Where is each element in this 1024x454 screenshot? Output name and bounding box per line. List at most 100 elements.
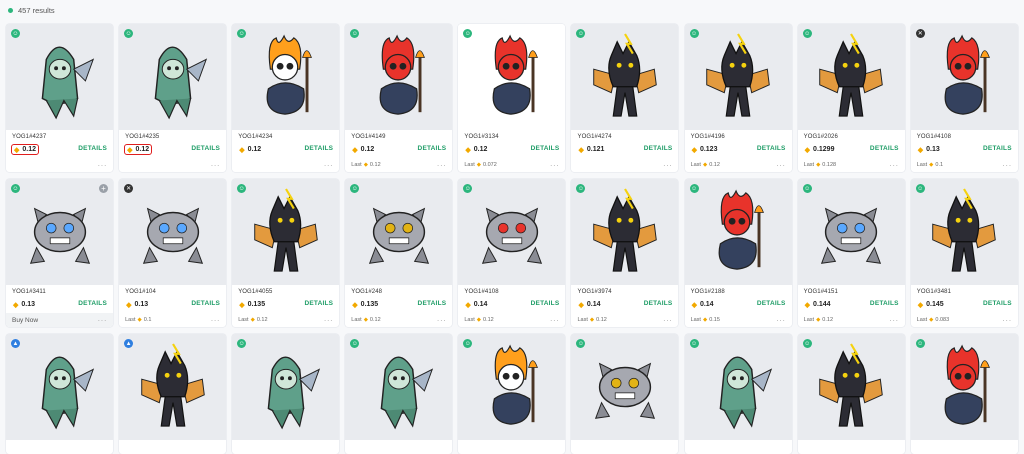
more-options-icon[interactable]: ···: [211, 161, 221, 170]
character-art: [368, 207, 429, 264]
more-options-icon[interactable]: ···: [550, 316, 560, 325]
more-options-icon[interactable]: ···: [324, 316, 334, 325]
more-options-icon[interactable]: ···: [211, 316, 221, 325]
nft-card[interactable]: ▲: [6, 334, 113, 454]
nft-image[interactable]: ▲: [119, 334, 227, 440]
nft-card[interactable]: ☺ YOG1#4151 ◆ 0.144 DETAILS Last ◆ 0.12 ···: [797, 179, 905, 327]
more-options-icon[interactable]: ···: [776, 161, 786, 170]
nft-card[interactable]: ☺ YOG1#4055 ◆ 0.135 DETAILS Last ◆ 0.12 ···: [232, 179, 340, 327]
nft-card[interactable]: ☺ YOG1#2026 ◆ 0.1299 DETAILS Last ◆ 0.128 ···: [797, 24, 905, 172]
details-button[interactable]: DETAILS: [78, 300, 107, 307]
nft-card[interactable]: ☺ YOG1#4196 ◆ 0.123 DETAILS Last ◆ 0.12 ···: [684, 24, 792, 172]
nft-card[interactable]: ☺ YOG1#2188 ◆ 0.14 DETAILS Last ◆ 0.15 ···: [684, 179, 792, 327]
more-options-icon[interactable]: ···: [1002, 316, 1012, 325]
green-marker-icon: ☺: [689, 184, 699, 193]
nft-image[interactable]: ☺: [684, 179, 792, 285]
nft-image[interactable]: ☺ +: [6, 179, 113, 285]
nft-card[interactable]: ☺ YOG1#4235 ◆ 0.12 DETAILS ···: [119, 24, 227, 172]
nft-card[interactable]: ☺: [232, 334, 340, 454]
details-button[interactable]: DETAILS: [304, 300, 333, 307]
nft-image[interactable]: ☺: [571, 179, 679, 285]
details-button[interactable]: DETAILS: [418, 145, 447, 152]
details-button[interactable]: DETAILS: [870, 145, 899, 152]
add-icon[interactable]: +: [99, 184, 108, 193]
nft-card[interactable]: ☺: [684, 334, 792, 454]
card-footer: Last ◆ 0.12 ···: [458, 313, 565, 327]
nft-card[interactable]: ✕ YOG1#4108 ◆ 0.13 DETAILS Last ◆ 0.1 ···: [910, 24, 1018, 172]
nft-image[interactable]: ▲: [6, 334, 113, 440]
nft-card[interactable]: ☺ + YOG1#3411 ◆ 0.13 DETAILS Buy Now ···: [6, 179, 113, 327]
details-button[interactable]: DETAILS: [304, 145, 333, 152]
nft-card[interactable]: ☺ YOG1#3974 ◆ 0.14 DETAILS Last ◆ 0.12 ···: [571, 179, 679, 327]
green-marker-icon: ☺: [689, 339, 699, 348]
nft-image[interactable]: ☺: [345, 179, 453, 285]
nft-image[interactable]: ☺: [232, 179, 340, 285]
nft-image[interactable]: ☺: [458, 179, 566, 285]
details-button[interactable]: DETAILS: [757, 145, 786, 152]
nft-image[interactable]: ☺: [684, 334, 792, 440]
nft-image[interactable]: ☺: [910, 334, 1018, 440]
nft-image[interactable]: ☺: [232, 24, 340, 130]
nft-card[interactable]: ☺: [797, 334, 905, 454]
more-options-icon[interactable]: ···: [776, 316, 786, 325]
nft-image[interactable]: ✕: [910, 24, 1018, 130]
details-button[interactable]: DETAILS: [191, 145, 220, 152]
nft-card[interactable]: ☺: [458, 334, 566, 454]
nft-card[interactable]: ✕ YOG1#104 ◆ 0.13 DETAILS Last ◆ 0.1 ···: [119, 179, 227, 327]
nft-image[interactable]: ☺: [571, 24, 679, 130]
details-button[interactable]: DETAILS: [870, 300, 899, 307]
nft-image[interactable]: ☺: [345, 334, 453, 440]
details-button[interactable]: DETAILS: [531, 300, 560, 307]
nft-image[interactable]: ☺: [458, 24, 566, 130]
nft-image[interactable]: ☺: [345, 24, 453, 130]
details-button[interactable]: DETAILS: [644, 145, 673, 152]
nft-image[interactable]: ☺: [797, 334, 905, 440]
details-button[interactable]: DETAILS: [191, 300, 220, 307]
more-options-icon[interactable]: ···: [663, 316, 673, 325]
more-options-icon[interactable]: ···: [663, 161, 673, 170]
nft-image[interactable]: ☺: [232, 334, 340, 440]
nft-image[interactable]: ☺: [684, 24, 792, 130]
more-options-icon[interactable]: ···: [889, 316, 899, 325]
nft-card[interactable]: ☺ YOG1#3481 ◆ 0.145 DETAILS Last ◆ 0.083 ···: [910, 179, 1018, 327]
more-options-icon[interactable]: ···: [889, 161, 899, 170]
nft-image[interactable]: ☺: [119, 24, 227, 130]
details-button[interactable]: DETAILS: [418, 300, 447, 307]
more-options-icon[interactable]: ···: [550, 161, 560, 170]
nft-image[interactable]: ☺: [458, 334, 566, 440]
nft-card[interactable]: ☺: [910, 334, 1018, 454]
details-button[interactable]: DETAILS: [757, 300, 786, 307]
nft-card[interactable]: ☺ YOG1#4237 ◆ 0.12 DETAILS ···: [6, 24, 113, 172]
nft-card[interactable]: ☺ YOG1#3134 ◆ 0.12 DETAILS Last ◆ 0.072 ···: [458, 24, 566, 172]
nft-name: YOG1#3974: [577, 289, 612, 295]
details-button[interactable]: DETAILS: [644, 300, 673, 307]
nft-card[interactable]: ☺ YOG1#248 ◆ 0.135 DETAILS Last ◆ 0.12 ···: [345, 179, 453, 327]
nft-card[interactable]: ☺: [571, 334, 679, 454]
eth-icon: ◆: [476, 317, 482, 323]
more-options-icon[interactable]: ···: [437, 316, 447, 325]
nft-card[interactable]: ☺ YOG1#4234 ◆ 0.12 DETAILS ···: [232, 24, 340, 172]
more-options-icon[interactable]: ···: [324, 161, 334, 170]
nft-card[interactable]: ☺ YOG1#4149 ◆ 0.12 DETAILS Last ◆ 0.12 ···: [345, 24, 453, 172]
nft-image[interactable]: ✕: [119, 179, 227, 285]
nft-name: YOG1#3481: [916, 289, 952, 295]
nft-image[interactable]: ☺: [797, 179, 905, 285]
nft-image[interactable]: ☺: [571, 334, 679, 440]
details-button[interactable]: DETAILS: [983, 300, 1012, 307]
details-button[interactable]: DETAILS: [531, 145, 560, 152]
nft-card[interactable]: ▲: [119, 334, 227, 454]
nft-image[interactable]: ☺: [797, 24, 905, 130]
buy-now-bar[interactable]: Buy Now ···: [6, 313, 113, 327]
more-options-icon[interactable]: ···: [437, 161, 447, 170]
x-mark-icon: ✕: [915, 29, 925, 38]
more-options-icon[interactable]: ···: [1002, 161, 1012, 170]
details-button[interactable]: DETAILS: [78, 145, 107, 152]
nft-image[interactable]: ☺: [6, 24, 113, 130]
more-options-icon[interactable]: ···: [98, 316, 108, 325]
nft-card[interactable]: ☺: [345, 334, 453, 454]
details-button[interactable]: DETAILS: [983, 145, 1012, 152]
nft-card[interactable]: ☺ YOG1#4274 ◆ 0.121 DETAILS ···: [571, 24, 679, 172]
nft-image[interactable]: ☺: [910, 179, 1018, 285]
more-options-icon[interactable]: ···: [98, 161, 108, 170]
nft-card[interactable]: ☺ YOG1#4108 ◆ 0.14 DETAILS Last ◆ 0.12 ···: [458, 179, 566, 327]
